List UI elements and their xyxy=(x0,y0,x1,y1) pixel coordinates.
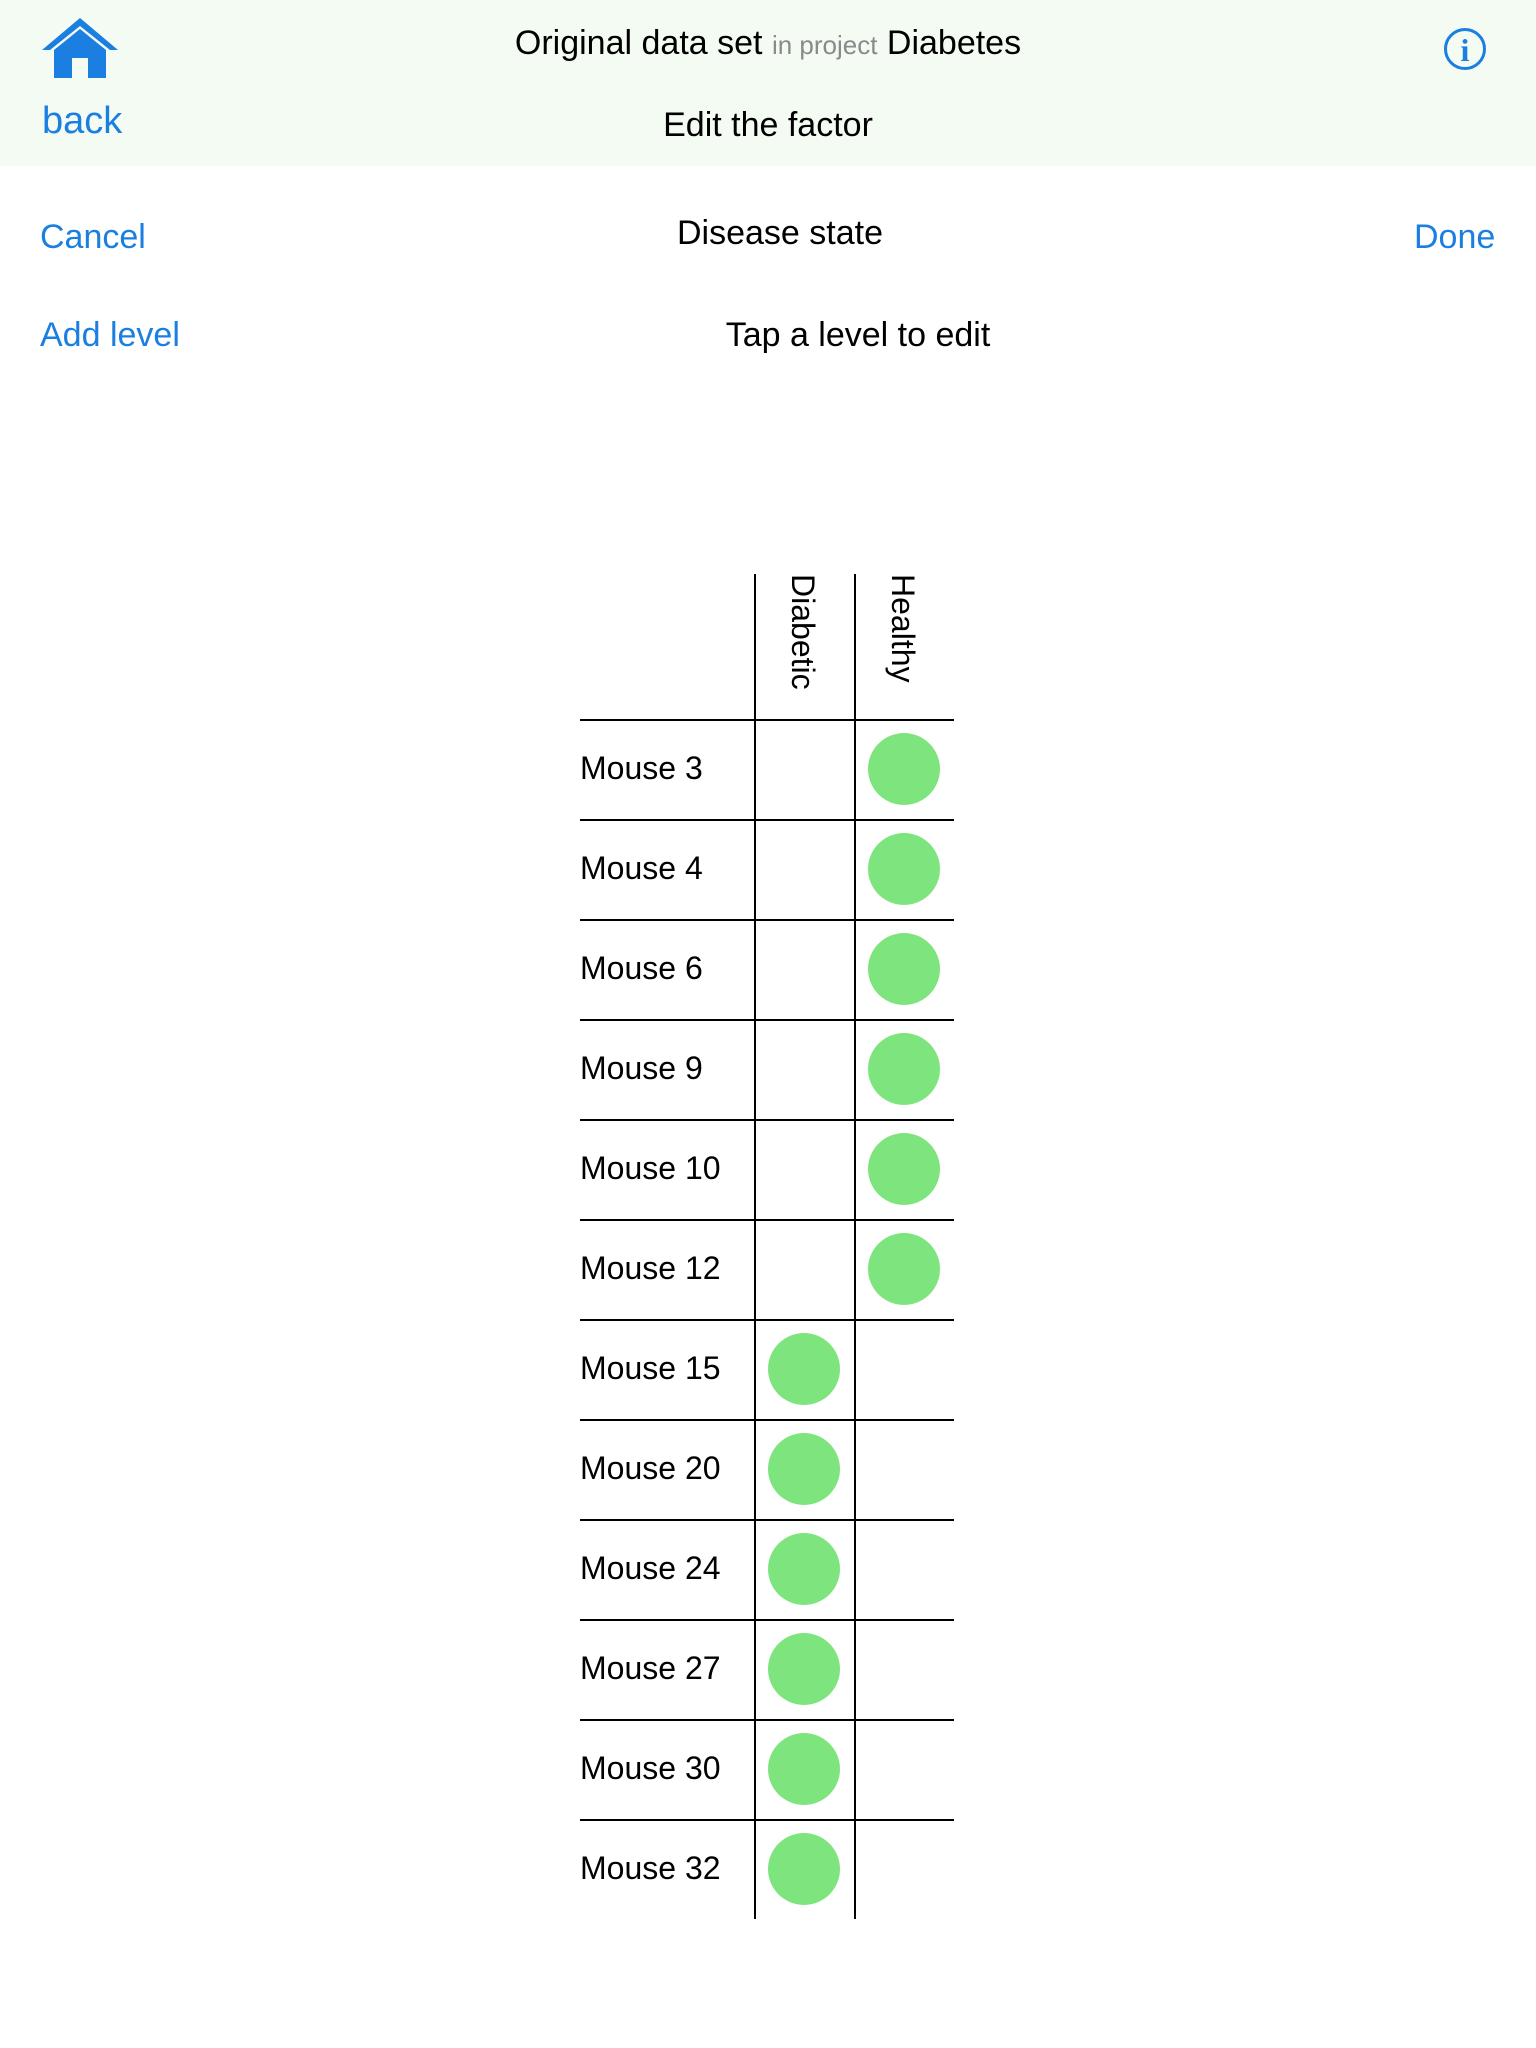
assignment-cell-healthy[interactable] xyxy=(854,719,954,819)
assignment-cell-diabetic[interactable] xyxy=(754,1319,854,1419)
assignment-cell-diabetic[interactable] xyxy=(754,1619,854,1719)
assignment-marker xyxy=(868,833,940,905)
assignment-cell-diabetic[interactable] xyxy=(754,819,854,919)
assignment-marker xyxy=(768,1533,840,1605)
assignment-marker xyxy=(868,1133,940,1205)
assignment-cell-healthy[interactable] xyxy=(854,1019,954,1119)
sample-label: Mouse 4 xyxy=(580,850,703,886)
assignment-cell-healthy[interactable] xyxy=(854,1419,954,1519)
sample-label: Mouse 3 xyxy=(580,750,703,786)
assignment-marker xyxy=(768,1833,840,1905)
page-title: Original data set in project Diabetes xyxy=(0,24,1536,63)
sample-label: Mouse 10 xyxy=(580,1150,721,1186)
project-name: Diabetes xyxy=(886,24,1022,62)
level-header-healthy[interactable]: Healthy xyxy=(884,574,921,683)
sample-label: Mouse 27 xyxy=(580,1650,721,1686)
assignment-cell-diabetic[interactable] xyxy=(754,719,854,819)
assignment-marker xyxy=(868,1033,940,1105)
assignment-cell-healthy[interactable] xyxy=(854,1819,954,1919)
assignment-marker xyxy=(768,1333,840,1405)
navigation-bar: back Original data set in project Diabet… xyxy=(0,0,1536,166)
assignment-marker xyxy=(768,1733,840,1805)
assignment-cell-diabetic[interactable] xyxy=(754,1819,854,1919)
sample-label: Mouse 6 xyxy=(580,950,703,986)
sample-label: Mouse 24 xyxy=(580,1550,721,1586)
page-subtitle: Edit the factor xyxy=(663,106,873,144)
assignment-cell-healthy[interactable] xyxy=(854,919,954,1019)
sample-label: Mouse 30 xyxy=(580,1750,721,1786)
sample-label: Mouse 20 xyxy=(580,1450,721,1486)
sample-label: Mouse 15 xyxy=(580,1350,721,1386)
assignment-cell-diabetic[interactable] xyxy=(754,1719,854,1819)
assignment-marker xyxy=(868,933,940,1005)
assignment-marker xyxy=(768,1633,840,1705)
assignment-cell-diabetic[interactable] xyxy=(754,919,854,1019)
cancel-button[interactable]: Cancel xyxy=(40,218,146,257)
sample-label: Mouse 9 xyxy=(580,1050,703,1086)
assignment-marker xyxy=(768,1433,840,1505)
edit-hint: Tap a level to edit xyxy=(725,316,991,354)
assignment-cell-healthy[interactable] xyxy=(854,1519,954,1619)
sample-label: Mouse 32 xyxy=(580,1850,721,1886)
assignment-cell-healthy[interactable] xyxy=(854,1119,954,1219)
info-icon[interactable]: i xyxy=(1444,28,1486,70)
assignment-cell-diabetic[interactable] xyxy=(754,1419,854,1519)
assignment-cell-healthy[interactable] xyxy=(854,1719,954,1819)
assignment-cell-diabetic[interactable] xyxy=(754,1519,854,1619)
assignment-cell-healthy[interactable] xyxy=(854,1219,954,1319)
add-level-button[interactable]: Add level xyxy=(40,316,180,355)
assignment-cell-healthy[interactable] xyxy=(854,1619,954,1719)
level-header-diabetic[interactable]: Diabetic xyxy=(784,574,821,690)
assignment-cell-diabetic[interactable] xyxy=(754,1019,854,1119)
done-button[interactable]: Done xyxy=(1414,218,1495,257)
assignment-cell-diabetic[interactable] xyxy=(754,1219,854,1319)
assignment-cell-healthy[interactable] xyxy=(854,1319,954,1419)
in-project-label: in project xyxy=(771,30,878,60)
dataset-name: Original data set xyxy=(514,24,763,62)
assignment-marker xyxy=(868,1233,940,1305)
assignment-marker xyxy=(868,733,940,805)
sample-label: Mouse 12 xyxy=(580,1250,721,1286)
assignment-cell-healthy[interactable] xyxy=(854,819,954,919)
assignment-cell-diabetic[interactable] xyxy=(754,1119,854,1219)
factor-name: Disease state xyxy=(677,214,883,252)
